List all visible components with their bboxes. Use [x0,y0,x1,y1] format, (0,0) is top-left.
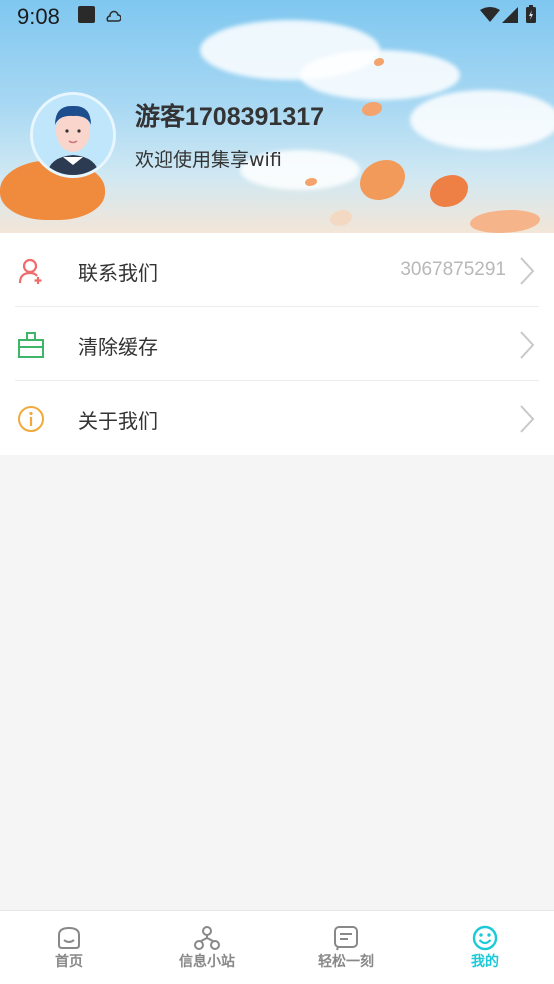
network-nodes-icon [194,925,220,951]
tab-mine[interactable]: 我的 [416,911,554,984]
menu-item-clear-cache[interactable]: 清除缓存 [0,307,554,381]
chevron-right-icon [518,403,536,435]
menu-item-contact-us[interactable]: 联系我们 3067875291 [0,233,554,307]
signal-icon [502,7,518,27]
welcome-text: 欢迎使用集享wifi [135,149,282,171]
tab-label: 首页 [55,954,83,970]
status-time: 9:08 [17,4,60,29]
menu-item-label: 清除缓存 [78,335,158,359]
message-square-icon [333,925,359,951]
settings-menu: 联系我们 3067875291 清除缓存 关于我们 [0,233,554,455]
chevron-right-icon [518,255,536,287]
menu-item-label: 联系我们 [78,261,158,285]
bottom-tab-bar: 首页 信息小站 轻松一刻 我的 [0,910,554,984]
tab-info-station[interactable]: 信息小站 [138,911,276,984]
chevron-right-icon [518,329,536,361]
contact-person-add-icon [17,257,45,285]
profile-header-banner: 9:08 游客1708391317 欢迎使用集享wifi [0,0,554,233]
cloud-icon [105,8,122,27]
tab-relax-moment[interactable]: 轻松一刻 [277,911,415,984]
contact-qq-number: 3067875291 [400,259,506,280]
menu-item-label: 关于我们 [78,409,158,433]
avatar-boy-icon [33,95,113,175]
battery-icon [526,5,536,27]
wifi-icon [480,7,500,27]
status-bar: 9:08 [0,0,554,32]
tab-label: 我的 [471,954,499,970]
tab-label: 轻松一刻 [318,954,374,970]
avatar[interactable] [30,92,116,178]
broom-clean-icon [17,331,45,359]
tab-home[interactable]: 首页 [0,911,138,984]
notification-square-icon [78,6,96,28]
info-circle-icon [17,405,45,433]
tab-label: 信息小站 [179,954,235,970]
smiley-icon [472,925,498,951]
menu-item-about-us[interactable]: 关于我们 [0,381,554,455]
home-face-icon [56,925,82,951]
username: 游客1708391317 [135,103,325,131]
